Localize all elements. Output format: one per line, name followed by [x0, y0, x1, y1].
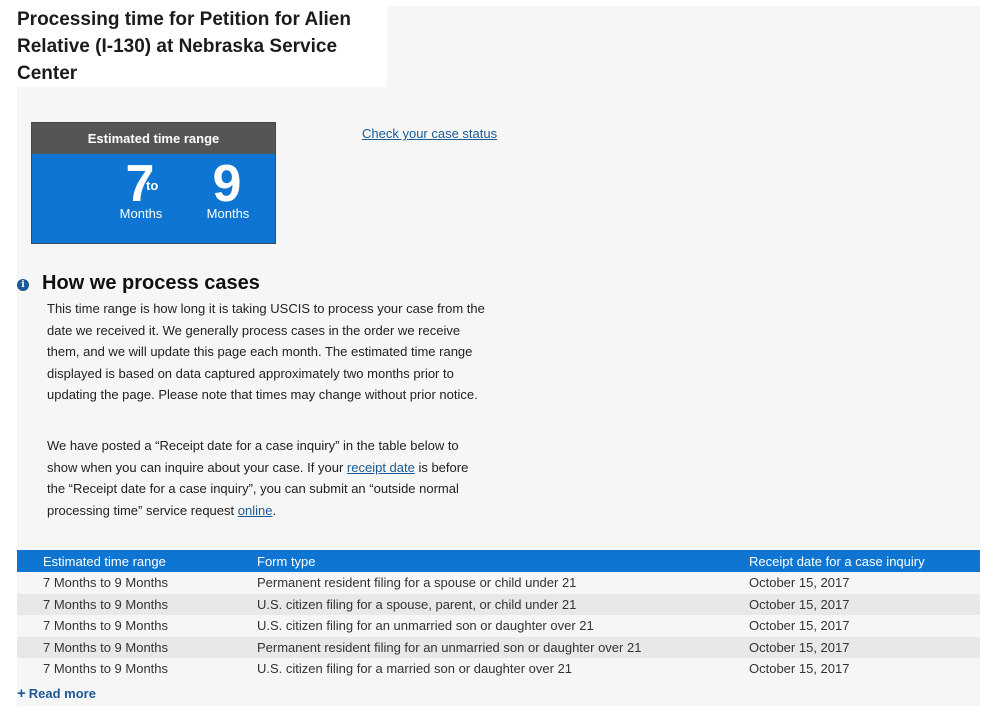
process-description: This time range is how long it is taking… — [47, 301, 485, 402]
header-estimated-time-range: Estimated time range — [17, 550, 257, 572]
table-row: 7 Months to 9 Months Permanent resident … — [17, 572, 980, 594]
cell-form-type: Permanent resident filing for a spouse o… — [257, 572, 749, 594]
estimate-low-value: 7 — [125, 155, 155, 213]
cell-time-range: 7 Months to 9 Months — [17, 658, 257, 680]
page-title: Processing time for Petition for Alien R… — [17, 6, 387, 87]
table-row: 7 Months to 9 Months U.S. citizen filing… — [17, 615, 980, 637]
cell-receipt-date: October 15, 2017 — [749, 658, 980, 680]
read-more-label: Read more — [28, 686, 96, 701]
table-row: 7 Months to 9 Months U.S. citizen filing… — [17, 593, 980, 615]
cell-time-range: 7 Months to 9 Months — [17, 615, 257, 637]
case-inquiry-description: We have posted a “Receipt date for a cas… — [47, 435, 487, 521]
header-receipt-date: Receipt date for a case inquiry — [749, 550, 980, 572]
estimate-to-label: to — [146, 178, 159, 193]
estimate-header: Estimated time range — [32, 123, 275, 154]
table-row: 7 Months to 9 Months Permanent resident … — [17, 636, 980, 658]
estimate-high-unit: Months — [206, 206, 250, 221]
table-header-row: Estimated time range Form type Receipt d… — [17, 550, 980, 572]
cell-form-type: U.S. citizen filing for a married son or… — [257, 658, 749, 680]
cell-receipt-date: October 15, 2017 — [749, 615, 980, 637]
cell-receipt-date: October 15, 2017 — [749, 593, 980, 615]
receipt-date-link[interactable]: receipt date — [347, 460, 415, 475]
cell-time-range: 7 Months to 9 Months — [17, 593, 257, 615]
estimated-time-box: Estimated time range 7 to 9 Months Month… — [31, 122, 276, 244]
info-icon: i — [17, 279, 29, 291]
how-we-process-heading: How we process cases — [42, 272, 260, 294]
cell-form-type: U.S. citizen filing for an unmarried son… — [257, 615, 749, 637]
estimate-high-value: 9 — [212, 155, 242, 213]
cell-form-type: U.S. citizen filing for a spouse, parent… — [257, 593, 749, 615]
cell-time-range: 7 Months to 9 Months — [17, 572, 257, 594]
estimate-body: 7 to 9 Months Months — [32, 154, 275, 244]
plus-icon: + — [17, 685, 26, 702]
check-case-status-link[interactable]: Check your case status — [362, 126, 497, 141]
cell-time-range: 7 Months to 9 Months — [17, 636, 257, 658]
cell-receipt-date: October 15, 2017 — [749, 636, 980, 658]
online-link[interactable]: online — [238, 503, 273, 518]
estimate-low-unit: Months — [119, 206, 163, 221]
case-inquiry-text-3: . — [272, 502, 277, 518]
cell-receipt-date: October 15, 2017 — [749, 572, 980, 594]
header-form-type: Form type — [257, 550, 749, 572]
read-more-link[interactable]: + Read more — [17, 685, 96, 702]
cell-form-type: Permanent resident filing for an unmarri… — [257, 636, 749, 658]
processing-times-table: Estimated time range Form type Receipt d… — [17, 550, 980, 680]
table-row: 7 Months to 9 Months U.S. citizen filing… — [17, 658, 980, 680]
